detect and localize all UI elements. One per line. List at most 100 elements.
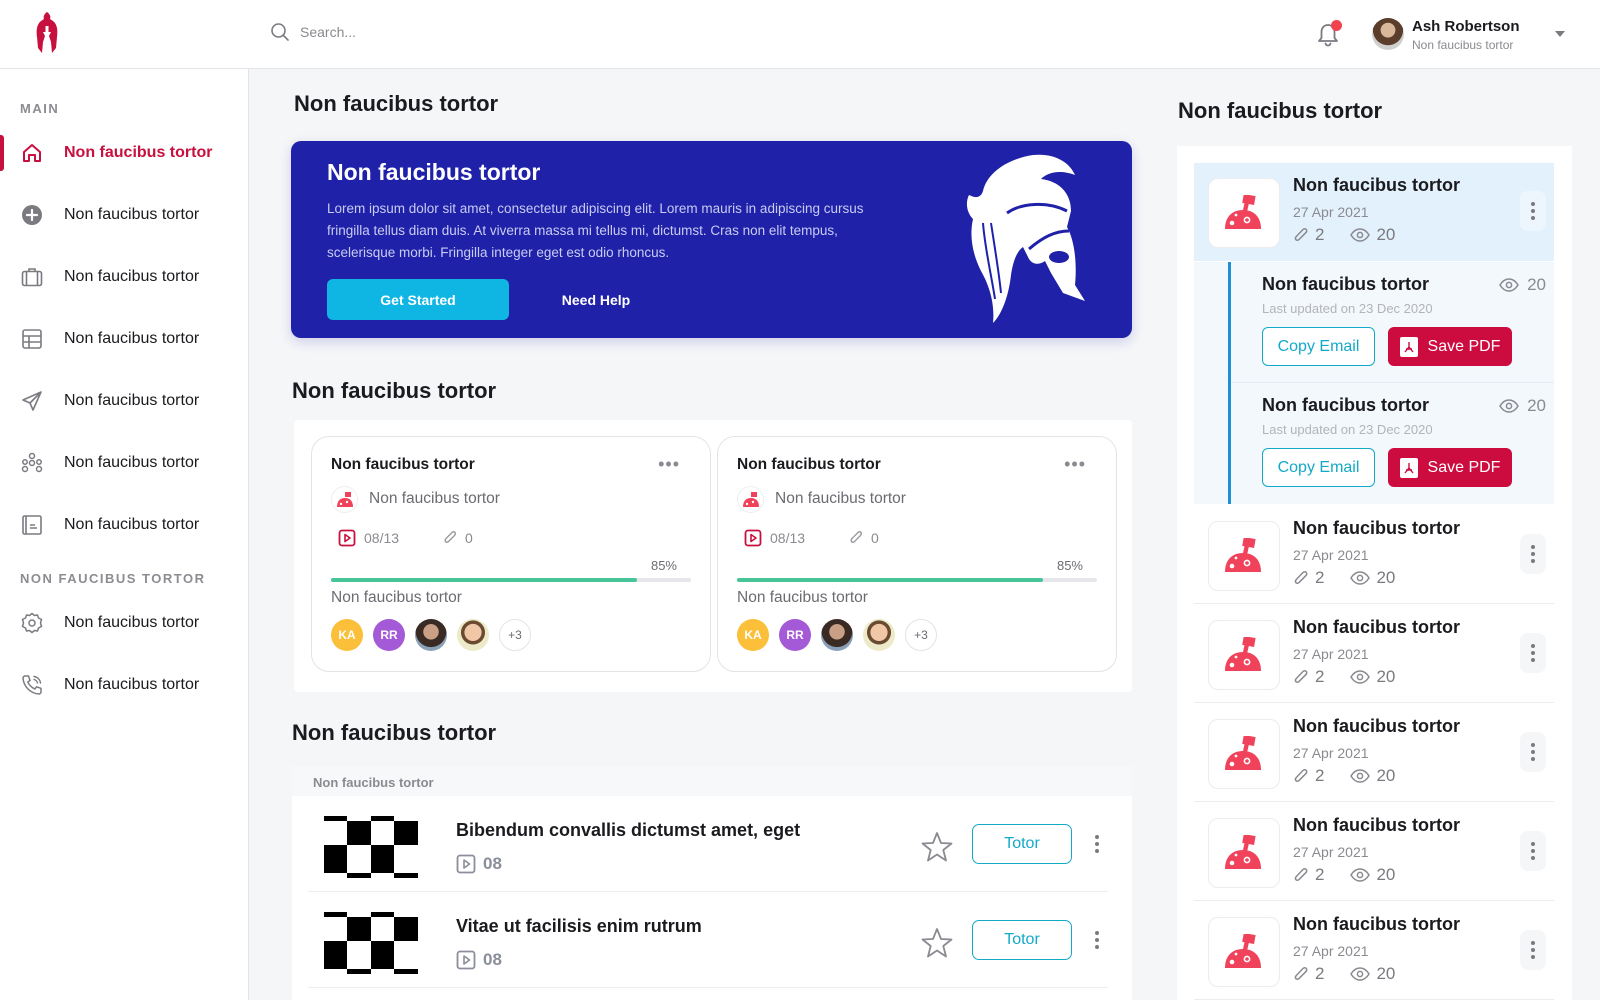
course-badge-icon bbox=[737, 486, 764, 513]
chevron-down-icon[interactable] bbox=[1555, 31, 1565, 37]
get-started-button[interactable]: Get Started bbox=[327, 279, 509, 320]
star-icon[interactable] bbox=[920, 830, 954, 864]
document-subitem[interactable]: Non faucibus tortor 20 Last updated on 2… bbox=[1231, 262, 1554, 383]
document-thumb-icon bbox=[1208, 818, 1280, 888]
kebab-menu-icon[interactable] bbox=[1520, 534, 1546, 574]
document-item-active[interactable]: Non faucibus tortor 27 Apr 2021 2 20 bbox=[1194, 163, 1554, 261]
document-item[interactable]: Non faucibus tortor 27 Apr 2021 2 20 bbox=[1194, 704, 1554, 802]
avatar[interactable] bbox=[457, 619, 489, 651]
sidebar-item-support[interactable]: Non faucibus tortor bbox=[0, 663, 248, 707]
members-label: Non faucibus tortor bbox=[331, 589, 462, 606]
attachment-count: 2 bbox=[1315, 568, 1325, 587]
sidebar-item-home[interactable]: Non faucibus tortor bbox=[0, 131, 248, 175]
avatar[interactable] bbox=[415, 619, 447, 651]
notification-badge bbox=[1331, 20, 1342, 31]
lesson-row[interactable]: Vitae ut facilisis enim rutrum 08 Totor bbox=[308, 892, 1108, 988]
document-title: Non faucibus tortor bbox=[1293, 518, 1460, 538]
sidebar-item-settings[interactable]: Non faucibus tortor bbox=[0, 601, 248, 645]
document-meta: 2 20 bbox=[1293, 964, 1395, 984]
search-input[interactable] bbox=[300, 24, 600, 40]
sidebar-item-table[interactable]: Non faucibus tortor bbox=[0, 317, 248, 361]
sidebar-section-secondary: NON FAUCIBUS TORTOR bbox=[20, 571, 206, 586]
copy-email-button[interactable]: Copy Email bbox=[1262, 327, 1375, 366]
paperclip-icon bbox=[1294, 670, 1308, 684]
kebab-menu-icon[interactable] bbox=[1520, 831, 1546, 871]
phone-call-icon bbox=[21, 674, 43, 696]
lesson-title[interactable]: Vitae ut facilisis enim rutrum bbox=[456, 916, 702, 937]
more-options-icon[interactable]: ••• bbox=[1064, 455, 1086, 473]
course-title: Non faucibus tortor bbox=[331, 456, 475, 473]
kebab-menu-icon[interactable] bbox=[1520, 191, 1546, 231]
document-meta: 2 20 bbox=[1293, 568, 1395, 588]
sidebar-item-label: Non faucibus tortor bbox=[64, 392, 200, 409]
user-avatar[interactable] bbox=[1372, 18, 1404, 50]
more-members-badge[interactable]: +3 bbox=[499, 619, 531, 651]
copy-email-button[interactable]: Copy Email bbox=[1262, 448, 1375, 487]
avatar[interactable]: KA bbox=[737, 619, 769, 651]
subitem-updated: Last updated on 23 Dec 2020 bbox=[1262, 301, 1433, 316]
eye-icon bbox=[1499, 278, 1519, 292]
progress-fill bbox=[331, 578, 637, 582]
lesson-action-button[interactable]: Totor bbox=[972, 920, 1072, 960]
avatar[interactable]: RR bbox=[779, 619, 811, 651]
search-bar bbox=[270, 22, 600, 42]
view-count: 20 bbox=[1376, 568, 1396, 587]
attachment-count: 2 bbox=[1315, 865, 1325, 884]
document-item[interactable]: Non faucibus tortor 27 Apr 2021 2 20 bbox=[1194, 605, 1554, 703]
kebab-menu-icon[interactable] bbox=[1520, 732, 1546, 772]
spartan-logo-icon[interactable] bbox=[34, 12, 60, 54]
hero-banner: Non faucibus tortor Lorem ipsum dolor si… bbox=[291, 141, 1132, 338]
sidebar-item-network[interactable]: Non faucibus tortor bbox=[0, 441, 248, 485]
progress-label: 85% bbox=[650, 558, 677, 573]
sidebar-item-label: Non faucibus tortor bbox=[64, 144, 213, 161]
kebab-menu-icon[interactable] bbox=[1520, 633, 1546, 673]
sidebar-item-send[interactable]: Non faucibus tortor bbox=[0, 379, 248, 423]
home-icon bbox=[21, 142, 43, 164]
need-help-button[interactable]: Need Help bbox=[521, 279, 671, 320]
save-pdf-button[interactable]: Save PDF bbox=[1388, 327, 1512, 366]
subitem-views: 20 bbox=[1499, 275, 1546, 295]
members-label: Non faucibus tortor bbox=[737, 589, 868, 606]
lesson-meta: 08 bbox=[456, 950, 502, 970]
avatar[interactable]: KA bbox=[331, 619, 363, 651]
document-item[interactable]: Non faucibus tortor 27 Apr 2021 2 20 bbox=[1194, 803, 1554, 901]
avatar[interactable] bbox=[821, 619, 853, 651]
view-count: 20 bbox=[1527, 275, 1546, 294]
document-title: Non faucibus tortor bbox=[1293, 617, 1460, 637]
user-name[interactable]: Ash Robertson bbox=[1412, 18, 1520, 35]
document-date: 27 Apr 2021 bbox=[1293, 745, 1369, 761]
lesson-thumbnail bbox=[324, 816, 418, 878]
eye-icon bbox=[1350, 571, 1371, 585]
courses-title: Non faucibus tortor bbox=[292, 378, 497, 403]
lesson-title[interactable]: Bibendum convallis dictumst amet, eget bbox=[456, 820, 800, 841]
document-item[interactable]: Non faucibus tortor 27 Apr 2021 2 20 bbox=[1194, 506, 1554, 604]
course-meta: 08/13 0 bbox=[338, 529, 473, 547]
table-icon bbox=[21, 328, 43, 350]
document-item[interactable]: Non faucibus tortor 27 Apr 2021 2 20 bbox=[1194, 902, 1554, 1000]
sidebar: MAIN Non faucibus tortor Non faucibus to… bbox=[0, 69, 249, 1000]
progress-bar bbox=[737, 578, 1097, 582]
kebab-menu-icon[interactable] bbox=[1086, 824, 1108, 864]
sidebar-item-news[interactable]: Non faucibus tortor bbox=[0, 503, 248, 547]
right-panel: Non faucibus tortor 27 Apr 2021 2 20 Non… bbox=[1177, 146, 1572, 1000]
video-count: 08/13 bbox=[364, 530, 400, 546]
star-icon[interactable] bbox=[920, 926, 954, 960]
save-pdf-button[interactable]: Save PDF bbox=[1388, 448, 1512, 487]
lesson-action-button[interactable]: Totor bbox=[972, 824, 1072, 864]
avatar[interactable] bbox=[863, 619, 895, 651]
document-subitem[interactable]: Non faucibus tortor 20 Last updated on 2… bbox=[1231, 383, 1554, 504]
attachment-count: 2 bbox=[1315, 964, 1325, 983]
sidebar-item-label: Non faucibus tortor bbox=[64, 614, 200, 631]
more-members-badge[interactable]: +3 bbox=[905, 619, 937, 651]
lesson-row[interactable]: Bibendum convallis dictumst amet, eget 0… bbox=[308, 796, 1108, 892]
sidebar-item-add[interactable]: Non faucibus tortor bbox=[0, 193, 248, 237]
avatar[interactable]: RR bbox=[373, 619, 405, 651]
kebab-menu-icon[interactable] bbox=[1520, 930, 1546, 970]
attachment-count: 2 bbox=[1315, 225, 1325, 244]
kebab-menu-icon[interactable] bbox=[1086, 920, 1108, 960]
sidebar-item-briefcase[interactable]: Non faucibus tortor bbox=[0, 255, 248, 299]
course-card[interactable]: Non faucibus tortor ••• Non faucibus tor… bbox=[717, 436, 1117, 672]
more-options-icon[interactable]: ••• bbox=[658, 455, 680, 473]
member-avatars: KA RR +3 bbox=[331, 619, 531, 651]
course-card[interactable]: Non faucibus tortor ••• Non faucibus tor… bbox=[311, 436, 711, 672]
